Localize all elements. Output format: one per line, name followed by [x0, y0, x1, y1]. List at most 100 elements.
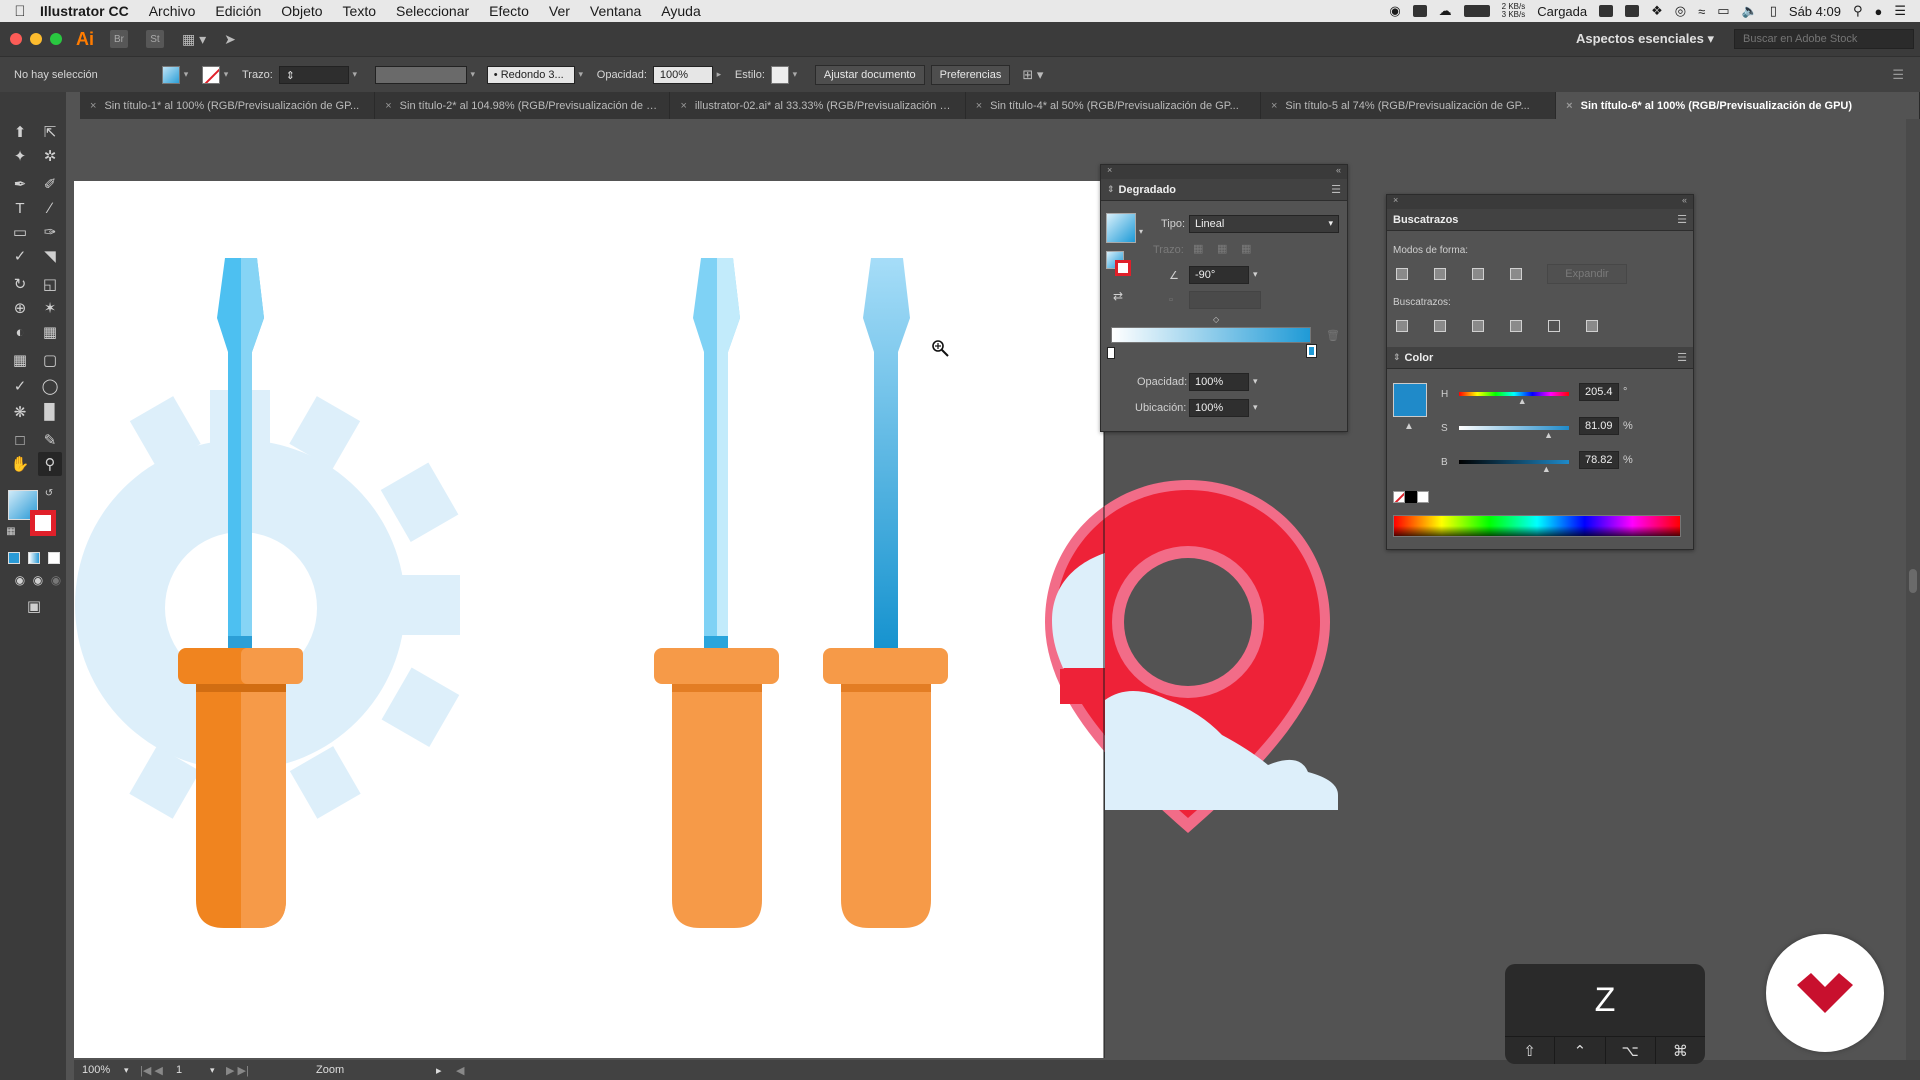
- stroke-gradient-across-icon: ▦: [1241, 243, 1252, 255]
- scrollbar-thumb[interactable]: [1909, 569, 1917, 593]
- panel-options-icon[interactable]: ⇕: [1107, 184, 1115, 195]
- expand-button: Expandir: [1547, 264, 1627, 284]
- first-artboard-icon[interactable]: |◀ ◀: [140, 1064, 170, 1077]
- pathfinder-panel-title: Buscatrazos: [1393, 213, 1459, 226]
- screwdriver-3[interactable]: [823, 258, 948, 928]
- saturation-unit: %: [1623, 420, 1633, 432]
- color-spectrum[interactable]: [1393, 515, 1681, 537]
- gradient-panel-header[interactable]: ⇕ Degradado ☰: [1101, 179, 1347, 201]
- none-color-chip[interactable]: [1393, 491, 1405, 503]
- saturation-slider-thumb[interactable]: ▲: [1544, 430, 1553, 440]
- minus-back-icon[interactable]: [1583, 317, 1601, 335]
- brightness-slider[interactable]: [1459, 460, 1569, 464]
- angle-icon: ∠: [1169, 270, 1179, 282]
- white-color-chip[interactable]: [1417, 491, 1429, 503]
- stroke-gradient-along-icon: ▦: [1217, 243, 1228, 255]
- screwdriver-2[interactable]: [654, 258, 779, 928]
- stroke-gradient-label: Trazo:: [1153, 244, 1184, 256]
- type-label: Tipo:: [1161, 218, 1186, 230]
- angle-input[interactable]: -90°: [1189, 266, 1249, 284]
- saturation-input[interactable]: 81.09: [1579, 417, 1619, 435]
- brand-logo: [1766, 934, 1884, 1052]
- saturation-label: S: [1441, 423, 1448, 434]
- zoom-cursor-icon: [932, 340, 949, 357]
- unite-icon[interactable]: [1393, 265, 1411, 283]
- collapse-panel-icon[interactable]: «: [1336, 165, 1341, 179]
- gradient-preview-swatch[interactable]: [1106, 213, 1136, 243]
- gradient-stop-start[interactable]: [1107, 347, 1115, 359]
- out-of-gamut-icon[interactable]: ▲: [1404, 421, 1414, 432]
- gradient-panel: × « ⇕ Degradado ☰ ▾ ⇄ Tipo: Lineal ▾ Trazo…: [1100, 164, 1348, 432]
- stroke-gradient-within-icon: ▦: [1193, 243, 1204, 255]
- pin-red-segment: [1060, 669, 1105, 704]
- vertical-scrollbar[interactable]: [1906, 119, 1920, 1060]
- horizontal-scroll-left-icon[interactable]: ◀: [456, 1064, 464, 1077]
- hue-slider-thumb[interactable]: ▲: [1518, 396, 1527, 406]
- panel-options-icon[interactable]: ⇕: [1393, 352, 1401, 363]
- gradient-panel-title: Degradado: [1118, 183, 1177, 196]
- panel-menu-icon[interactable]: ☰: [1677, 351, 1687, 364]
- pressed-key: Z: [1594, 980, 1616, 1019]
- hue-input[interactable]: 205.4: [1579, 383, 1619, 401]
- shift-key-icon: ⇧: [1505, 1037, 1556, 1064]
- exclude-icon[interactable]: [1507, 265, 1525, 283]
- panel-menu-icon[interactable]: ☰: [1331, 183, 1341, 196]
- stop-location-dropdown-icon[interactable]: ▾: [1253, 402, 1258, 413]
- brightness-input[interactable]: 78.82: [1579, 451, 1619, 469]
- outline-icon[interactable]: [1545, 317, 1563, 335]
- aspect-ratio-icon: ▫: [1169, 294, 1173, 306]
- panel-menu-icon[interactable]: ☰: [1677, 213, 1687, 226]
- artboard-dropdown-icon[interactable]: ▾: [210, 1065, 226, 1076]
- crop-icon[interactable]: [1507, 317, 1525, 335]
- stroke-mini-swatch[interactable]: [1115, 260, 1131, 276]
- brightness-slider-thumb[interactable]: ▲: [1542, 464, 1551, 474]
- pathfinder-panel-header[interactable]: Buscatrazos ☰: [1387, 209, 1693, 231]
- collapse-panel-icon[interactable]: «: [1682, 195, 1687, 209]
- current-color-swatch[interactable]: [1393, 383, 1427, 417]
- gradient-slider[interactable]: [1111, 327, 1311, 343]
- gradient-stop-end[interactable]: [1306, 344, 1317, 358]
- stop-opacity-input[interactable]: 100%: [1189, 373, 1249, 391]
- panel-topbar: × «: [1387, 195, 1693, 209]
- pathfinders-label: Buscatrazos:: [1393, 297, 1451, 308]
- close-panel-icon[interactable]: ×: [1393, 195, 1398, 209]
- gradient-type-select[interactable]: Lineal ▾: [1189, 215, 1339, 233]
- stop-location-input[interactable]: 100%: [1189, 399, 1249, 417]
- gradient-preview-dropdown-icon[interactable]: ▾: [1139, 227, 1143, 236]
- hue-label: H: [1441, 389, 1449, 400]
- merge-icon[interactable]: [1469, 317, 1487, 335]
- reverse-gradient-icon[interactable]: ⇄: [1113, 289, 1123, 303]
- panel-topbar: × «: [1101, 165, 1347, 179]
- zoom-dropdown-icon[interactable]: ▾: [124, 1065, 140, 1076]
- close-panel-icon[interactable]: ×: [1107, 165, 1112, 179]
- black-color-chip[interactable]: [1405, 491, 1417, 503]
- divide-icon[interactable]: [1393, 317, 1411, 335]
- minus-front-icon[interactable]: [1431, 265, 1449, 283]
- brightness-label: B: [1441, 457, 1448, 468]
- color-panel-title: Color: [1404, 351, 1434, 364]
- stop-opacity-dropdown-icon[interactable]: ▾: [1253, 376, 1258, 387]
- opacity-label: Opacidad:: [1137, 376, 1188, 388]
- status-arrow-icon[interactable]: ▸: [436, 1064, 456, 1077]
- control-key-icon: ⌃: [1555, 1037, 1606, 1064]
- option-key-icon: ⌥: [1606, 1037, 1656, 1064]
- status-tool-name: Zoom: [316, 1064, 345, 1076]
- trim-icon[interactable]: [1431, 317, 1449, 335]
- midpoint-diamond-icon[interactable]: ◇: [1213, 315, 1219, 324]
- intersect-icon[interactable]: [1469, 265, 1487, 283]
- location-label: Ubicación:: [1135, 402, 1187, 414]
- keystroke-overlay: Z ⇧ ⌃ ⌥ ⌘: [1505, 964, 1705, 1064]
- hue-unit: °: [1623, 386, 1628, 398]
- aspect-ratio-input: [1189, 291, 1261, 309]
- zoom-level[interactable]: 100%: [74, 1064, 124, 1076]
- color-panel-header[interactable]: ⇕ Color ☰: [1387, 347, 1693, 369]
- pathfinder-color-dock: × « Buscatrazos ☰ Modos de forma: Expandi…: [1386, 194, 1694, 550]
- angle-dropdown-icon[interactable]: ▾: [1253, 269, 1258, 280]
- brand-mark-icon: [1797, 973, 1853, 1013]
- shape-modes-label: Modos de forma:: [1393, 245, 1469, 256]
- brightness-unit: %: [1623, 454, 1633, 466]
- next-artboard-icon[interactable]: ▶ ▶|: [226, 1064, 316, 1077]
- delete-stop-icon: 🗑: [1326, 330, 1340, 342]
- artboard-number[interactable]: 1: [170, 1064, 210, 1076]
- hue-slider[interactable]: [1459, 392, 1569, 396]
